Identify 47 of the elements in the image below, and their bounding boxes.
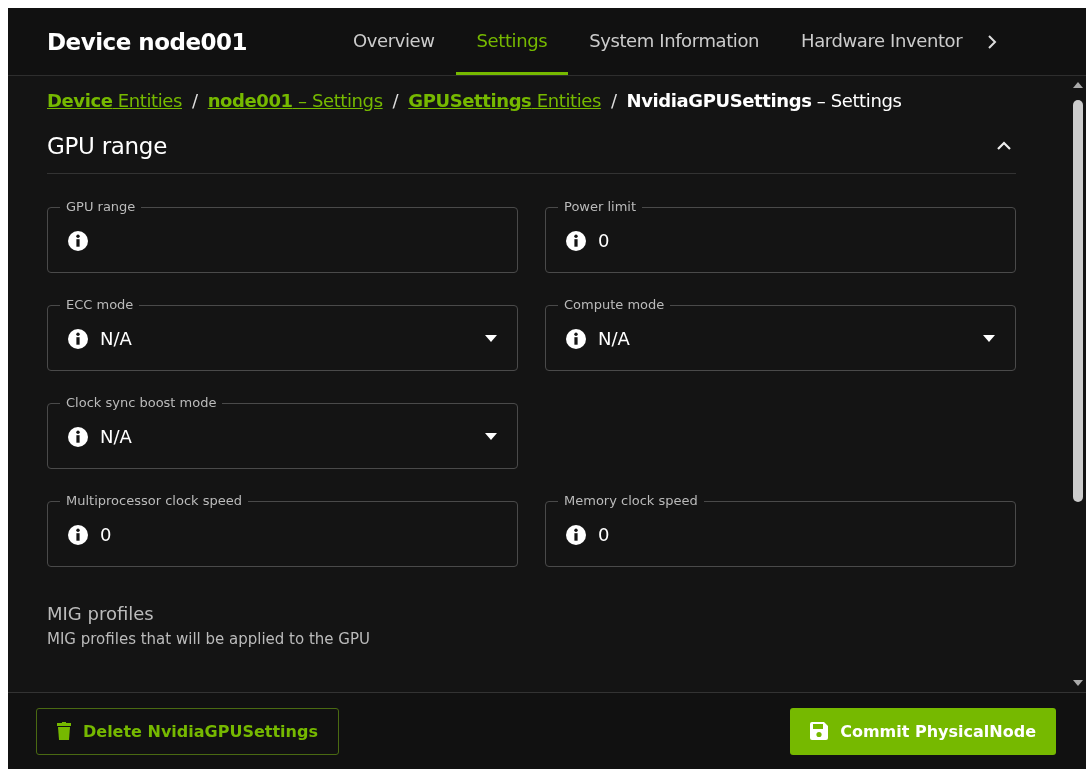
input-field[interactable]: GPU range <box>47 199 518 273</box>
delete-button[interactable]: Delete NvidiaGPUSettings <box>36 707 339 755</box>
field-label: Clock sync boost mode <box>65 395 218 411</box>
scroll-down-icon[interactable] <box>1073 680 1083 686</box>
dropdown-arrow-icon <box>983 335 995 342</box>
select-field[interactable]: Compute mode N/A <box>545 297 1016 371</box>
field-label: Power limit <box>563 199 638 215</box>
dropdown-arrow-icon <box>485 433 497 440</box>
field-label: Multiprocessor clock speed <box>65 493 243 509</box>
scroll-up-icon[interactable] <box>1073 82 1083 88</box>
mig-profiles-heading: MIG profiles <box>47 603 155 624</box>
trash-icon <box>57 722 71 740</box>
info-icon <box>68 230 88 251</box>
info-icon <box>566 230 586 251</box>
select-field[interactable]: ECC mode N/A <box>47 297 518 371</box>
dropdown-arrow-icon <box>485 335 497 342</box>
select-field[interactable]: Clock sync boost mode N/A <box>47 395 518 469</box>
field-label: Memory clock speed <box>563 493 699 509</box>
breadcrumb-link[interactable]: Device Entities <box>47 90 182 111</box>
field-label: GPU range <box>65 199 137 215</box>
breadcrumb-link[interactable]: GPUSettings Entities <box>408 90 601 111</box>
info-icon <box>68 524 88 545</box>
info-icon <box>68 328 88 349</box>
breadcrumb-separator: / <box>392 90 399 111</box>
info-icon <box>566 328 586 349</box>
breadcrumb-separator: / <box>192 90 198 111</box>
device-title: Device node001 <box>47 28 249 55</box>
chevron-right-icon[interactable] <box>987 34 998 49</box>
input-field[interactable]: Multiprocessor clock speed 0 <box>47 493 518 567</box>
info-icon <box>68 426 88 447</box>
breadcrumb-separator: / <box>610 90 617 111</box>
tab[interactable]: Hardware Inventor <box>780 8 984 75</box>
scrollbar-thumb[interactable] <box>1073 100 1083 502</box>
input-field[interactable]: Memory clock speed 0 <box>545 493 1016 567</box>
tab[interactable]: Settings <box>455 8 569 75</box>
breadcrumb-link[interactable]: node001 – Settings <box>207 90 383 111</box>
field-label: ECC mode <box>65 297 135 313</box>
info-icon <box>566 524 586 545</box>
collapse-caret-icon[interactable] <box>996 141 1012 151</box>
tab[interactable]: System Information <box>568 8 781 75</box>
input-field[interactable]: Power limit 0 <box>545 199 1016 273</box>
mig-profiles-description: MIG profiles that will be applied to the GPU <box>47 630 371 648</box>
section-title: GPU range <box>47 133 167 159</box>
save-icon <box>810 722 829 740</box>
breadcrumb-current: NvidiaGPUSettings – Settings <box>626 90 902 111</box>
field-label: Compute mode <box>563 297 666 313</box>
tab[interactable]: Overview <box>332 8 456 75</box>
